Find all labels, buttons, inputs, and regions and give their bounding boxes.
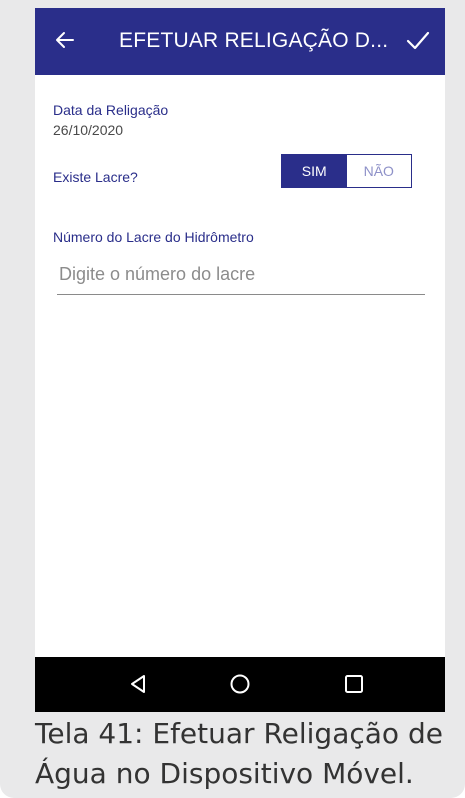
triangle-back-icon[interactable] <box>126 672 150 696</box>
circle-home-icon[interactable] <box>228 672 252 696</box>
square-recents-icon[interactable] <box>342 672 366 696</box>
date-label: Data da Religação <box>53 102 169 118</box>
check-icon[interactable] <box>405 28 431 52</box>
seal-option-no[interactable]: NÃO <box>346 155 411 187</box>
meter-seal-label: Número do Lacre do Hidrômetro <box>53 229 254 245</box>
system-nav-bar <box>35 657 445 712</box>
arrow-left-icon[interactable] <box>53 28 77 52</box>
seal-toggle: SIM NÃO <box>281 154 412 188</box>
phone-screen: EFETUAR RELIGAÇÃO D... Data da Religação… <box>35 8 445 712</box>
screen-title: EFETUAR RELIGAÇÃO D... <box>119 29 389 52</box>
seal-option-yes[interactable]: SIM <box>282 155 347 187</box>
figure-frame: EFETUAR RELIGAÇÃO D... Data da Religação… <box>0 0 465 798</box>
figure-caption: Tela 41: Efetuar Religação de Água no Di… <box>35 717 443 790</box>
date-value: 26/10/2020 <box>53 122 124 138</box>
app-bar: EFETUAR RELIGAÇÃO D... <box>35 8 445 75</box>
meter-seal-input[interactable] <box>57 258 425 295</box>
seal-question-label: Existe Lacre? <box>53 169 138 185</box>
